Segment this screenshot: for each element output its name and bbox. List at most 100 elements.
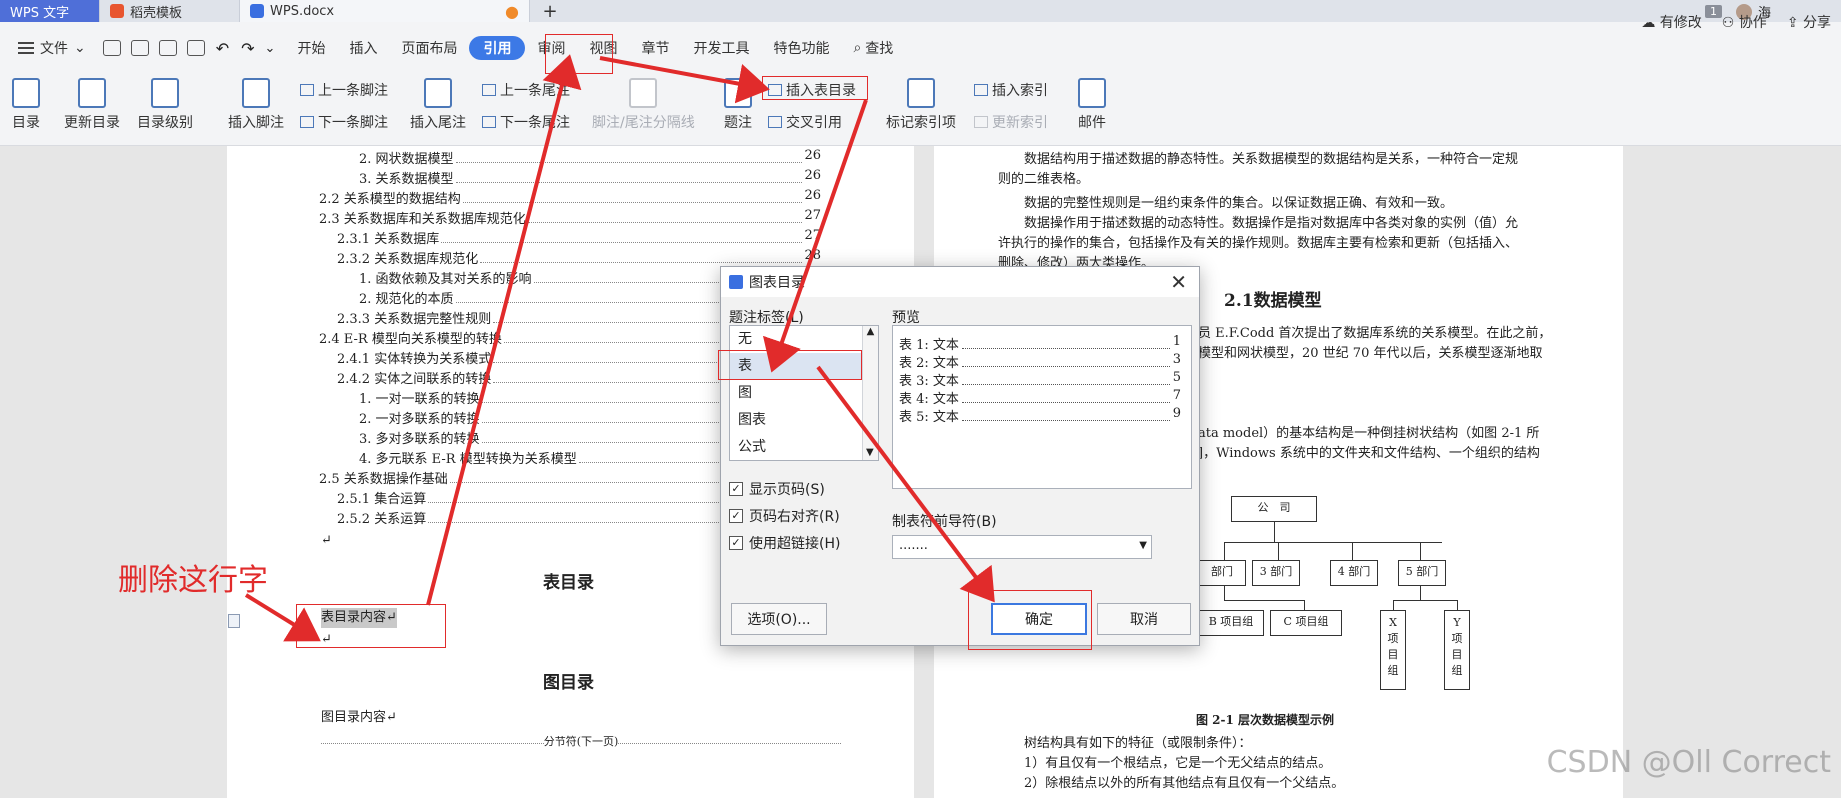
highlight-ok-button bbox=[968, 590, 1092, 650]
chevron-up-icon[interactable]: ▲ bbox=[863, 326, 878, 337]
close-icon[interactable]: ✕ bbox=[1170, 270, 1187, 294]
update-toc-icon bbox=[78, 78, 106, 108]
update-toc-button[interactable]: 更新目录 bbox=[64, 78, 120, 132]
file-menu[interactable]: 文件 ⌄ bbox=[0, 33, 98, 63]
caption-option-chart[interactable]: 图表 bbox=[730, 407, 878, 434]
person-icon: ⚇ bbox=[1721, 15, 1739, 31]
caption-label-list[interactable]: 无 表 图 图表 公式 ▲ ▼ bbox=[729, 325, 879, 461]
tree-connector bbox=[1278, 542, 1279, 560]
tree-group-y: Y项目组 bbox=[1444, 610, 1470, 690]
paragraph-8: 2）除根结点以外的所有其他结点有且仅有一个父结点。 bbox=[1024, 776, 1345, 791]
dialog-title-bar[interactable]: 图表目录 bbox=[721, 267, 1199, 297]
save-icon[interactable] bbox=[102, 40, 121, 56]
prev-endnote-button[interactable]: 上一条尾注 bbox=[482, 80, 570, 100]
cross-reference-button[interactable]: 交叉引用 bbox=[768, 112, 842, 132]
list-scrollbar[interactable]: ▲ ▼ bbox=[862, 326, 878, 460]
chevron-down-icon[interactable]: ▼ bbox=[866, 447, 874, 458]
insert-index-icon bbox=[974, 84, 988, 96]
toc-entry[interactable]: 2.3.2 关系数据库规范化 28 bbox=[337, 248, 821, 267]
tab-developer[interactable]: 开发工具 bbox=[681, 33, 761, 63]
figure-toc-content[interactable]: 图目录内容↵ bbox=[321, 708, 397, 728]
prev-footnote-button[interactable]: 上一条脚注 bbox=[300, 80, 388, 100]
tree-connector bbox=[1224, 586, 1225, 600]
figure-toc-heading: 图目录 bbox=[543, 673, 594, 693]
caption-button[interactable]: 题注 bbox=[724, 78, 752, 132]
tab-leader-select[interactable]: ....... ▼ bbox=[892, 535, 1152, 559]
preview-heading: 预览 bbox=[892, 310, 920, 326]
paragraph-3b: 许执行的操作的集合，包括操作及有关的操作规则。数据库主要有检索和更新（包括插入、 bbox=[998, 236, 1519, 251]
insert-footnote-button[interactable]: 插入脚注 bbox=[228, 78, 284, 132]
chevron-down-icon: ▼ bbox=[1139, 540, 1147, 551]
update-index-button: 更新索引 bbox=[974, 112, 1048, 132]
toc-entry[interactable]: 2. 网状数据模型 26 bbox=[359, 148, 821, 167]
options-button[interactable]: 选项(O)... bbox=[731, 603, 827, 635]
show-page-numbers-checkbox[interactable]: ✓ 显示页码(S) bbox=[729, 479, 825, 499]
search-button[interactable]: ⌕ 查找 bbox=[841, 33, 905, 63]
insert-endnote-button[interactable]: 插入尾注 bbox=[410, 78, 466, 132]
mark-index-icon bbox=[907, 78, 935, 108]
paragraph-7: 1）有且仅有一个根结点，它是一个无父结点的结点。 bbox=[1024, 756, 1332, 771]
ribbon: 目录 更新目录 目录级别 插入脚注 上一条脚注 下一条脚注 插入尾注 上一条尾注… bbox=[0, 74, 1841, 146]
revisions-button[interactable]: ☁ 有修改 bbox=[1641, 12, 1701, 32]
highlight-table-option bbox=[718, 350, 862, 380]
caption-option-equation[interactable]: 公式 bbox=[730, 434, 878, 461]
insert-index-button[interactable]: 插入索引 bbox=[974, 80, 1048, 100]
docer-icon bbox=[110, 4, 124, 18]
preview-line: 表 1: 文本 1 bbox=[899, 334, 1181, 353]
endnote-icon bbox=[424, 78, 452, 108]
next-endnote-button[interactable]: 下一条尾注 bbox=[482, 112, 570, 132]
format-painter-icon[interactable] bbox=[130, 40, 149, 56]
tab-document[interactable]: WPS.docx ● bbox=[240, 0, 530, 22]
toc-button[interactable]: 目录 bbox=[12, 78, 40, 132]
tab-home[interactable]: 开始 bbox=[285, 33, 337, 63]
tree-connector bbox=[1420, 586, 1421, 600]
paragraph-1b: 则的二维表格。 bbox=[998, 172, 1090, 187]
next-endnote-icon bbox=[482, 116, 496, 128]
tree-project-c: C 项目组 bbox=[1270, 610, 1342, 636]
tab-page-layout[interactable]: 页面布局 bbox=[389, 33, 469, 63]
toc-entry[interactable]: 3. 关系数据模型 26 bbox=[359, 168, 821, 187]
caption-option-none[interactable]: 无 bbox=[730, 326, 878, 353]
tab-insert[interactable]: 插入 bbox=[337, 33, 389, 63]
tab-wps-writer[interactable]: WPS 文字 bbox=[0, 0, 100, 22]
highlight-table-toc-content bbox=[296, 604, 446, 648]
mail-button[interactable]: 邮件 bbox=[1078, 78, 1106, 132]
toc-entry[interactable]: 2.3 关系数据库和关系数据库规范化 27 bbox=[319, 208, 821, 227]
new-tab-button[interactable]: + bbox=[530, 0, 570, 22]
tab-special-features[interactable]: 特色功能 bbox=[761, 33, 841, 63]
tab-bar: WPS 文字 稻壳模板 WPS.docx ● + bbox=[0, 0, 1841, 22]
undo-icon[interactable]: ↶ bbox=[216, 39, 229, 58]
menu-bar: 文件 ⌄ ↶ ↷ ⌄ 开始 插入 页面布局 引用 审阅 视图 章节 开发工具 特色… bbox=[0, 22, 1841, 74]
toc-level-button[interactable]: 目录级别 bbox=[137, 78, 193, 132]
highlight-insert-table-toc bbox=[762, 76, 868, 100]
use-hyperlinks-checkbox[interactable]: ✓ 使用超链接(H) bbox=[729, 533, 840, 553]
paste-options-icon[interactable] bbox=[228, 614, 240, 628]
right-align-checkbox[interactable]: ✓ 页码右对齐(R) bbox=[729, 506, 840, 526]
paragraph-4b: 模型和网状模型，20 世纪 70 年代以后，关系模型逐渐地取 bbox=[1198, 346, 1543, 361]
next-footnote-button[interactable]: 下一条脚注 bbox=[300, 112, 388, 132]
paragraph-3: 数据操作用于描述数据的动态特性。数据操作是指对数据库中各类对象的实例（值）允 bbox=[1024, 216, 1519, 231]
tree-root: 公 司 bbox=[1231, 496, 1317, 522]
share-button[interactable]: ⇪ 分享 bbox=[1787, 12, 1831, 32]
redo-icon[interactable]: ↷ bbox=[241, 39, 254, 58]
more-chevron-icon[interactable]: ⌄ bbox=[265, 41, 276, 56]
toc-entry[interactable]: 2.2 关系模型的数据结构 26 bbox=[319, 188, 821, 207]
tab-references[interactable]: 引用 bbox=[469, 36, 526, 60]
toc-level-icon bbox=[151, 78, 179, 108]
menu-right: ☁ 有修改 ⚇ 协作 ⇪ 分享 bbox=[1641, 12, 1831, 32]
checkmark-icon: ✓ bbox=[729, 509, 743, 523]
toc-entry[interactable]: 2.3.1 关系数据库 27 bbox=[337, 228, 821, 247]
separator-icon bbox=[629, 78, 658, 108]
caption-option-figure[interactable]: 图 bbox=[730, 380, 878, 407]
tab-chapter[interactable]: 章节 bbox=[629, 33, 681, 63]
collaborate-button[interactable]: ⚇ 协作 bbox=[1722, 12, 1767, 32]
cancel-button[interactable]: 取消 bbox=[1097, 603, 1191, 635]
tab-docer-templates[interactable]: 稻壳模板 bbox=[100, 0, 240, 22]
update-index-icon bbox=[974, 116, 988, 128]
print-preview-icon[interactable] bbox=[186, 40, 205, 56]
mark-index-button[interactable]: 标记索引项 bbox=[886, 78, 956, 132]
tree-connector bbox=[1224, 542, 1442, 543]
print-icon[interactable] bbox=[158, 40, 177, 56]
preview-line: 表 2: 文本 3 bbox=[899, 352, 1181, 371]
word-doc-icon bbox=[250, 4, 264, 18]
